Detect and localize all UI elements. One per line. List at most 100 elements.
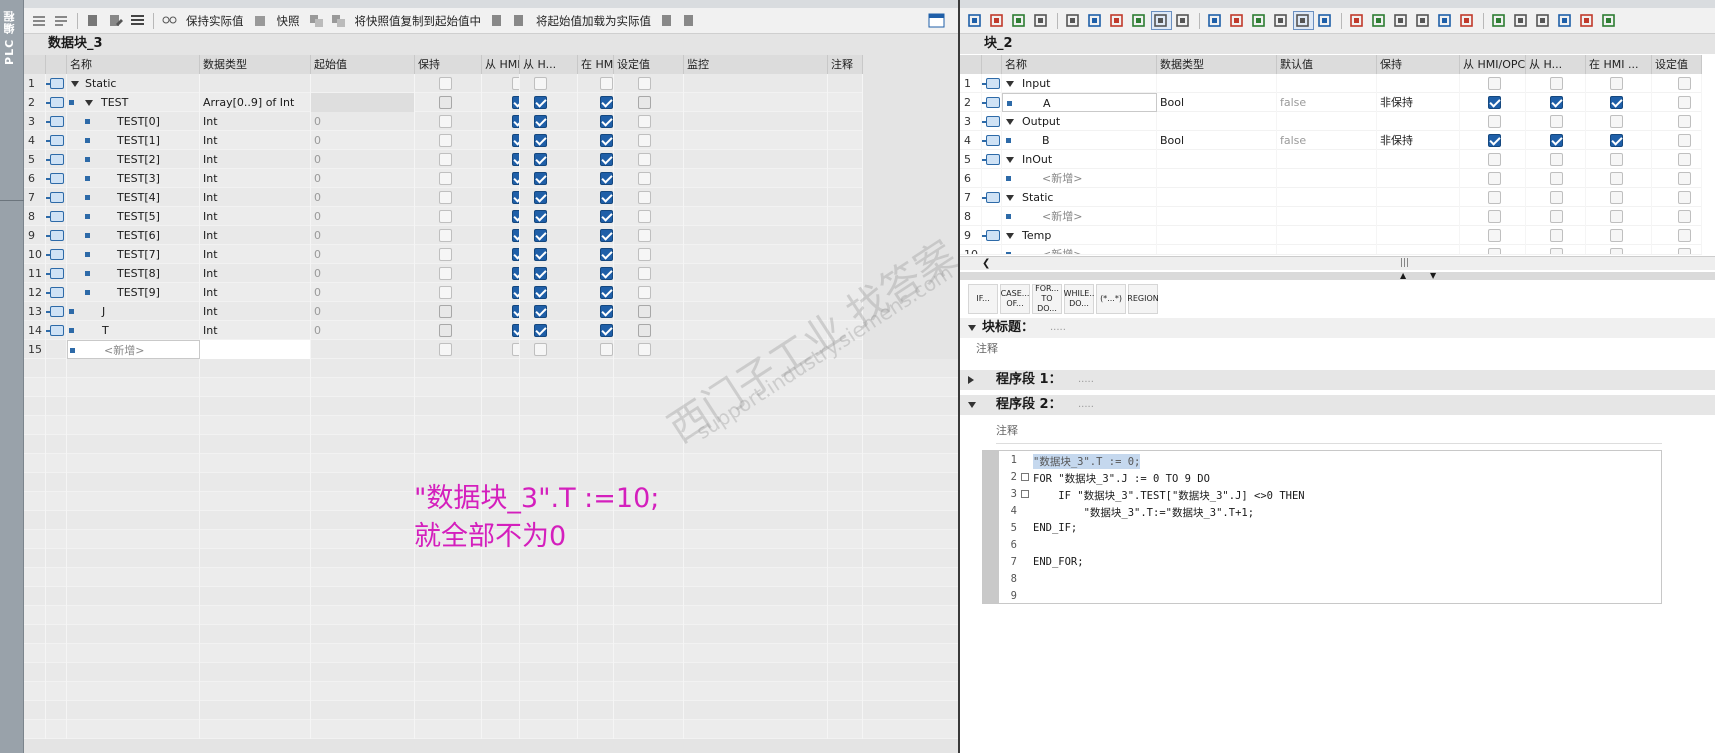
collapse-icon[interactable]: [1006, 233, 1014, 239]
checkbox[interactable]: [600, 248, 613, 261]
checkbox[interactable]: [512, 267, 519, 280]
block-title-section[interactable]: 块标题： .....: [960, 318, 1715, 338]
collapse-icon[interactable]: [1006, 157, 1014, 163]
start-value-cell[interactable]: 0: [311, 245, 415, 264]
column-header[interactable]: [982, 55, 1002, 74]
checkbox[interactable]: [1610, 77, 1623, 90]
find-icon[interactable]: [1392, 12, 1411, 29]
retain-cell[interactable]: [1377, 150, 1460, 169]
default-value-cell[interactable]: [1277, 112, 1377, 131]
keep-actual-button[interactable]: 保持实际值: [182, 13, 248, 29]
scroll-left-icon[interactable]: ❮: [982, 258, 990, 269]
type-cell[interactable]: Int: [200, 245, 311, 264]
collapse-down-icon[interactable]: ▼: [1430, 271, 1436, 280]
checkbox[interactable]: [439, 267, 452, 280]
checkbox[interactable]: [1488, 229, 1501, 242]
step-icon[interactable]: [1436, 12, 1455, 29]
scl-code-editor[interactable]: 1 "数据块_3".T := 0; 2 FOR "数据块_3".J := 0 TO 9…: [982, 450, 1662, 604]
start-value-cell[interactable]: 0: [311, 283, 415, 302]
checkbox[interactable]: [1550, 153, 1563, 166]
table-row[interactable]: 8 TEST[5] Int 0: [24, 207, 863, 226]
checkbox[interactable]: [600, 115, 613, 128]
column-header[interactable]: 监控: [684, 55, 828, 74]
insert-row-icon[interactable]: [30, 12, 49, 29]
snapshot-copy-icon[interactable]: [307, 12, 326, 29]
comment-cell[interactable]: [828, 321, 863, 340]
start-value-cell[interactable]: [311, 74, 415, 93]
checkbox[interactable]: [638, 286, 651, 299]
checkbox[interactable]: [1550, 210, 1563, 223]
checkbox[interactable]: [439, 248, 452, 261]
column-header[interactable]: 从 H...: [520, 55, 578, 74]
snapshot-load-icon[interactable]: [329, 12, 348, 29]
start-value-cell[interactable]: 0: [311, 131, 415, 150]
checkbox[interactable]: [439, 305, 452, 318]
name-cell[interactable]: TEST[1]: [67, 131, 200, 150]
start-value-cell[interactable]: 0: [311, 150, 415, 169]
fold-icon[interactable]: [1021, 473, 1029, 481]
comment-cell[interactable]: [828, 150, 863, 169]
column-header[interactable]: [960, 55, 982, 74]
comment-cell[interactable]: [828, 131, 863, 150]
checkbox[interactable]: [1678, 96, 1691, 109]
checkbox[interactable]: [600, 210, 613, 223]
glasses-icon[interactable]: [1556, 12, 1575, 29]
edit-icon[interactable]: [1293, 11, 1314, 30]
fold-icon[interactable]: [1021, 490, 1029, 498]
db-icon[interactable]: [1600, 12, 1619, 29]
checkbox[interactable]: [1488, 77, 1501, 90]
instruction-button[interactable]: REGION: [1127, 284, 1159, 314]
column-header[interactable]: 默认值: [1277, 55, 1377, 74]
checkbox[interactable]: [1678, 77, 1691, 90]
comment-cell[interactable]: [828, 302, 863, 321]
download-2-icon[interactable]: [1228, 12, 1247, 29]
checkbox[interactable]: [439, 96, 452, 109]
keys-icon[interactable]: [1578, 12, 1597, 29]
paste-icon[interactable]: [1032, 12, 1051, 29]
network-2-comment[interactable]: 注释: [996, 422, 1018, 438]
retain-cell[interactable]: [1377, 226, 1460, 245]
checkbox[interactable]: [600, 305, 613, 318]
column-header[interactable]: 从 HMI/OPC...: [1460, 55, 1526, 74]
horizontal-scrollbar[interactable]: ❮ |||: [960, 256, 1715, 270]
checkbox[interactable]: [439, 191, 452, 204]
table-row[interactable]: 12 TEST[9] Int 0: [24, 283, 863, 302]
table-row[interactable]: 2 A Bool false 非保持: [960, 93, 1702, 112]
checkbox[interactable]: [1488, 134, 1501, 147]
add-row-icon[interactable]: [988, 12, 1007, 29]
insert-row-icon[interactable]: [966, 12, 985, 29]
checkbox[interactable]: [1610, 210, 1623, 223]
checkbox[interactable]: [600, 343, 613, 356]
type-cell[interactable]: [1157, 188, 1277, 207]
column-header[interactable]: 名称: [1002, 55, 1157, 74]
checkbox[interactable]: [1488, 115, 1501, 128]
name-cell[interactable]: Input: [1002, 74, 1157, 93]
table-row[interactable]: 8 <新增>: [960, 207, 1702, 226]
column-header[interactable]: 从 H...: [1526, 55, 1586, 74]
checkbox[interactable]: [638, 305, 651, 318]
load-start-icon[interactable]: [510, 12, 529, 29]
expand-icon[interactable]: [968, 325, 976, 331]
checkbox[interactable]: [638, 191, 651, 204]
comment-icon[interactable]: [1151, 11, 1172, 30]
checkbox[interactable]: [439, 286, 452, 299]
start-value-cell[interactable]: [311, 93, 415, 112]
column-header[interactable]: 设定值: [1652, 55, 1702, 74]
start-value-cell[interactable]: 0: [311, 264, 415, 283]
checkbox[interactable]: [512, 324, 519, 337]
type-cell[interactable]: Int: [200, 302, 311, 321]
start-value-cell[interactable]: 0: [311, 169, 415, 188]
checkbox[interactable]: [1678, 210, 1691, 223]
type-cell[interactable]: Int: [200, 321, 311, 340]
checkbox[interactable]: [600, 134, 613, 147]
start-value-cell[interactable]: 0: [311, 207, 415, 226]
checkbox[interactable]: [1610, 134, 1623, 147]
type-cell[interactable]: Int: [200, 188, 311, 207]
default-value-cell[interactable]: [1277, 169, 1377, 188]
checkbox[interactable]: [1678, 191, 1691, 204]
checkbox[interactable]: [439, 343, 452, 356]
name-cell[interactable]: J: [67, 302, 200, 321]
reset-icon[interactable]: [84, 12, 103, 29]
collapse-icon[interactable]: [85, 100, 93, 106]
checkbox[interactable]: [439, 115, 452, 128]
